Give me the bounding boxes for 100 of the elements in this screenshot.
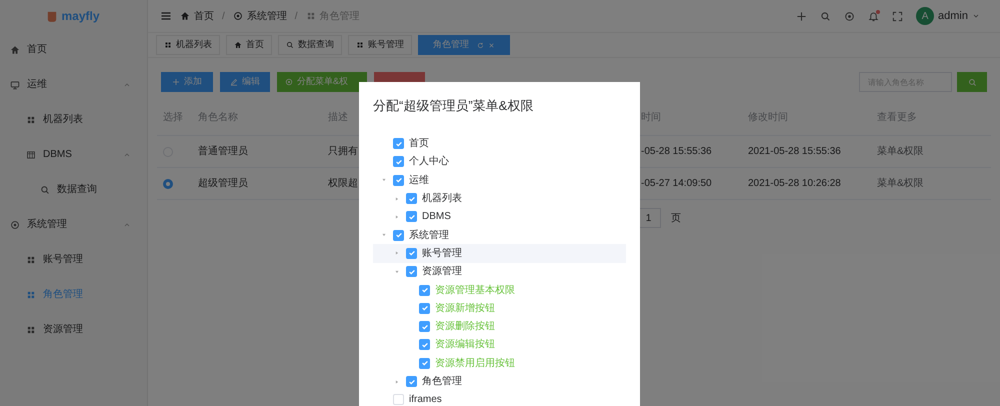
tree-node[interactable]: 机器列表 xyxy=(373,189,626,208)
check-icon xyxy=(408,212,416,221)
check-icon xyxy=(420,304,428,312)
checkbox[interactable] xyxy=(406,266,417,278)
calendar-icon xyxy=(26,150,36,160)
table-cell: -05-28 15:55:36 xyxy=(641,146,712,157)
tab[interactable]: 首页 xyxy=(226,35,272,55)
checkbox[interactable] xyxy=(406,193,417,204)
fullscreen-button[interactable] xyxy=(892,10,904,22)
checkbox[interactable] xyxy=(406,248,417,259)
tree-node[interactable]: 资源管理基本权限 xyxy=(373,280,626,300)
home-icon xyxy=(234,41,242,49)
menu-button[interactable] xyxy=(160,10,172,22)
tree-node[interactable]: 资源禁用启用按钮 xyxy=(373,354,626,372)
check-icon xyxy=(420,286,428,294)
check-icon xyxy=(408,194,416,203)
tree-node[interactable]: iframes xyxy=(373,390,626,406)
tree-node[interactable]: 资源新增按钮 xyxy=(373,299,626,318)
sidebar-item[interactable]: 资源管理 xyxy=(0,312,147,347)
edit-button[interactable]: 编辑 xyxy=(220,72,270,92)
sidebar-item[interactable]: 系统管理 xyxy=(0,207,147,242)
tree-node[interactable]: 首页 xyxy=(373,134,626,153)
dialog-title: 分配“超级管理员”菜单&权限 xyxy=(373,97,534,115)
sidebar-item[interactable]: 数据查询 xyxy=(0,172,147,207)
logo-text: mayfly xyxy=(61,8,100,25)
sidebar-item[interactable]: 运维 xyxy=(0,67,147,102)
check-icon xyxy=(394,158,402,166)
sidebar-item[interactable]: 首页 xyxy=(0,32,147,67)
checkbox[interactable] xyxy=(419,284,430,296)
sidebar-item[interactable]: DBMS xyxy=(0,137,147,172)
plus-icon xyxy=(172,78,180,86)
breadcrumb-link[interactable]: 首页 xyxy=(180,8,214,24)
checkbox[interactable] xyxy=(419,302,430,314)
check-icon xyxy=(420,340,428,349)
plus-button[interactable] xyxy=(796,10,808,22)
close-icon xyxy=(488,42,495,48)
check-icon xyxy=(394,231,402,240)
table-cell: 权限超 xyxy=(328,178,358,189)
edit-icon xyxy=(230,78,238,86)
tree-node[interactable]: 运维 xyxy=(373,171,626,190)
fullscreen-icon xyxy=(892,10,904,22)
checkbox[interactable] xyxy=(406,376,417,387)
tab[interactable]: 机器列表 xyxy=(156,35,220,55)
table-cell: 只拥有 xyxy=(328,146,358,157)
check-icon xyxy=(408,249,416,258)
grid-icon xyxy=(356,41,364,49)
tree-node[interactable]: 资源编辑按钮 xyxy=(373,336,626,354)
permission-link[interactable]: 菜单&权限 xyxy=(877,146,924,157)
checkbox[interactable] xyxy=(393,138,404,150)
checkbox[interactable] xyxy=(393,230,404,241)
table-cell: -05-27 14:09:50 xyxy=(641,178,712,189)
tree-node[interactable]: 资源管理 xyxy=(373,262,626,281)
search-button[interactable] xyxy=(820,10,832,22)
search-icon xyxy=(820,10,832,22)
breadcrumb-link[interactable]: 系统管理 xyxy=(232,8,287,24)
grid-icon xyxy=(164,41,172,49)
search-icon xyxy=(286,41,294,49)
checkbox[interactable] xyxy=(393,174,404,186)
tree-node[interactable]: 账号管理 xyxy=(373,244,626,263)
add-button[interactable]: 添加 xyxy=(161,72,213,92)
check-icon xyxy=(394,176,402,184)
caret-icon xyxy=(972,12,980,20)
tree-node[interactable]: DBMS xyxy=(373,208,626,226)
user-name[interactable]: admin xyxy=(938,8,968,24)
tree-node[interactable]: 系统管理 xyxy=(373,226,626,244)
table-cell: 2021-05-28 15:55:36 xyxy=(748,146,841,157)
checkbox[interactable] xyxy=(406,211,417,222)
grid-icon xyxy=(26,254,36,264)
refresh-icon xyxy=(477,42,484,48)
avatar[interactable]: A xyxy=(916,7,934,25)
radio-button[interactable] xyxy=(163,178,173,188)
check-icon xyxy=(420,322,428,331)
sidebar-item[interactable]: 账号管理 xyxy=(0,242,147,277)
grid-icon xyxy=(26,324,36,334)
notification-button[interactable] xyxy=(868,10,880,22)
search-icon xyxy=(968,78,976,86)
tab[interactable]: 账号管理 xyxy=(348,35,412,55)
sidebar-item[interactable]: 机器列表 xyxy=(0,102,147,137)
search-icon xyxy=(40,184,50,194)
check-icon xyxy=(420,359,428,368)
checkbox[interactable] xyxy=(419,339,430,350)
check-icon xyxy=(408,268,416,276)
checkbox[interactable] xyxy=(419,358,430,369)
breadcrumb-separator: / xyxy=(294,10,298,24)
plus-icon xyxy=(796,10,808,22)
tab[interactable]: 数据查询 xyxy=(278,35,342,55)
menu-icon xyxy=(160,10,172,22)
checkbox[interactable] xyxy=(393,156,404,168)
grid-icon xyxy=(26,290,36,300)
home-icon xyxy=(180,11,190,21)
monitor-icon xyxy=(10,80,20,90)
breadcrumb-separator: / xyxy=(222,10,225,24)
tree-node[interactable]: 角色管理 xyxy=(373,372,626,391)
checkbox[interactable] xyxy=(419,321,430,332)
logo-icon xyxy=(47,10,58,22)
table-cell: 普通管理员 xyxy=(198,146,248,157)
permission-link[interactable]: 菜单&权限 xyxy=(877,178,924,189)
tree-node[interactable]: 个人中心 xyxy=(373,152,626,172)
tree-node[interactable]: 资源删除按钮 xyxy=(373,317,626,336)
page-suffix: 页 xyxy=(671,212,681,226)
